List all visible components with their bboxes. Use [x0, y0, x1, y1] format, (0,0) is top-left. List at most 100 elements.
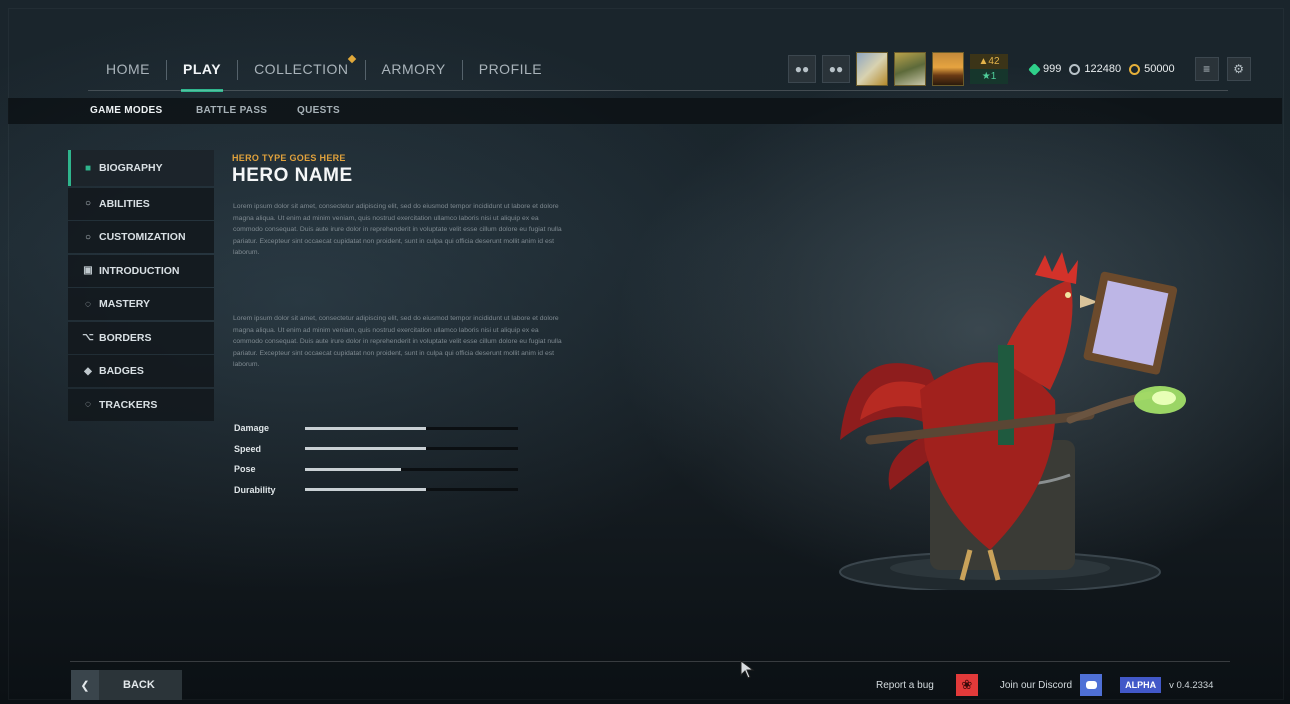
version-label: v 0.4.2334 [1169, 679, 1214, 691]
party-icon: ●● [828, 62, 844, 76]
hero-model[interactable] [830, 250, 1190, 590]
menu-button[interactable]: ≡ [1194, 57, 1219, 81]
sidebar-item-trackers[interactable]: ◌ TRACKERS [68, 388, 214, 421]
stat-row: Pose [234, 459, 518, 480]
glowing-crystal-core [1152, 391, 1176, 405]
sidebar-item-label: TRACKERS [99, 398, 158, 411]
stat-label: Damage [234, 423, 270, 434]
subnav-battle-pass[interactable]: BATTLE PASS [196, 98, 267, 124]
hero-description-2: Lorem ipsum dolor sit amet, consectetur … [233, 315, 562, 368]
subnav-game-modes[interactable]: GAME MODES [90, 98, 162, 124]
alpha-badge: ALPHA [1120, 677, 1162, 693]
tab-armory[interactable]: ARMORY [366, 52, 462, 88]
mouse-cursor-icon [740, 660, 755, 679]
discord-button[interactable] [1080, 674, 1103, 696]
silver-value: 122480 [1084, 63, 1122, 75]
cog-icon: ○ [84, 231, 92, 243]
sidebar-item-abilities[interactable]: ○ ABILITIES [68, 187, 214, 220]
sidebar-item-customization[interactable]: ○ CUSTOMIZATION [68, 221, 214, 253]
stat-label: Pose [234, 464, 256, 475]
tab-play[interactable]: PLAY [167, 52, 237, 92]
tab-profile[interactable]: PROFILE [463, 52, 558, 88]
level-icon: ▲ [978, 56, 989, 67]
play-icon: ▣ [83, 265, 93, 276]
hero-type: HERO TYPE GOES HERE [232, 153, 346, 163]
sidebar-item-biography[interactable]: ■ BIOGRAPHY [68, 150, 214, 186]
discord-link[interactable]: Join our Discord [1000, 680, 1072, 691]
cog-icon: ○ [84, 198, 92, 209]
tab-collection-label: COLLECTION [254, 61, 349, 77]
subnav-quests-label: QUESTS [297, 105, 340, 116]
game-screen: HOME PLAY COLLECTION ARMORY PROFILE ●● ●… [0, 0, 1290, 704]
tab-profile-label: PROFILE [478, 61, 543, 77]
stat-row: Speed [234, 439, 518, 460]
tab-home-label: HOME [106, 61, 150, 77]
badge-icon: ◆ [84, 365, 92, 377]
stat-bar-fill [305, 488, 427, 492]
party-button[interactable]: ●● [822, 55, 850, 83]
stat-bar [305, 467, 518, 471]
stat-row: Durability [234, 480, 518, 501]
hero-stats: Damage Speed Pose Durability [234, 418, 518, 500]
sidebar-item-mastery[interactable]: ◌ MASTERY [68, 288, 214, 320]
back-label: BACK [123, 679, 155, 691]
new-indicator-icon [347, 54, 356, 64]
subnav-game-modes-label: GAME MODES [90, 105, 163, 116]
banner-image[interactable] [932, 52, 964, 86]
gold-coin-icon [1129, 63, 1141, 75]
settings-button[interactable]: ⚙ [1226, 57, 1251, 81]
wings-icon: ⌥ [82, 332, 94, 343]
sidebar-item-label: INTRODUCTION [99, 264, 180, 277]
back-arrow-icon: ❮ [71, 670, 99, 700]
tab-collection[interactable]: COLLECTION [238, 52, 364, 88]
sidebar-item-badges[interactable]: ◆ BADGES [68, 355, 214, 387]
person-icon: ■ [84, 162, 92, 174]
comb [1035, 252, 1078, 284]
gear-icon: ⚙ [1233, 62, 1245, 76]
friends-button[interactable]: ●● [788, 55, 816, 83]
hero-sidebar: ■ BIOGRAPHY ○ ABILITIES ○ CUSTOMIZATION ▣ IN… [68, 150, 214, 422]
report-bug-button[interactable]: ❀ [955, 674, 978, 696]
sidebar-item-borders[interactable]: ⌥ BORDERS [68, 321, 214, 354]
ring-icon: ◌ [85, 399, 91, 410]
stat-label: Durability [234, 484, 276, 495]
window-controls: ≡ ⚙ [1194, 57, 1251, 81]
gem-icon [1028, 62, 1041, 76]
stat-bar-fill [305, 467, 401, 471]
tab-play-label: PLAY [183, 61, 222, 77]
stat-bar [305, 488, 518, 492]
sidebar-item-introduction[interactable]: ▣ INTRODUCTION [68, 254, 214, 287]
back-button[interactable]: ❮ BACK [71, 670, 182, 700]
sidebar-item-label: ABILITIES [99, 197, 150, 210]
stat-bar [305, 426, 518, 430]
sidebar-item-label: BADGES [99, 365, 144, 377]
eye [1065, 292, 1071, 298]
discord-icon [1085, 681, 1097, 689]
tab-home[interactable]: HOME [90, 52, 166, 88]
stat-bar [305, 447, 518, 451]
subnav-battle-pass-label: BATTLE PASS [196, 105, 268, 116]
sidebar-item-label: BIOGRAPHY [99, 162, 163, 174]
report-bug-link[interactable]: Report a bug [876, 680, 934, 691]
sidebar-item-label: BORDERS [99, 331, 152, 344]
gems-value: 999 [1043, 63, 1062, 75]
party-member-avatar[interactable] [856, 52, 888, 86]
rank-icon: ★ [981, 71, 991, 82]
stat-bar-fill [305, 426, 427, 430]
scarf [998, 345, 1014, 445]
tab-armory-label: ARMORY [381, 61, 446, 77]
stat-bar-fill [305, 447, 427, 451]
level-value: 42 [988, 56, 1000, 67]
subnav-quests[interactable]: QUESTS [297, 98, 340, 124]
ring-icon: ◌ [85, 298, 91, 310]
menu-icon: ≡ [1203, 62, 1211, 76]
hero-name: HERO NAME [232, 165, 353, 186]
gold-value: 50000 [1144, 63, 1175, 75]
top-right-bar: ●● ●● ▲42 ★1 999 122480 50000 ≡ ⚙ [788, 52, 1251, 86]
silver-coin-icon [1069, 63, 1081, 75]
level-badge[interactable]: ▲42 ★1 [970, 54, 1008, 84]
currency-bar[interactable]: 999 122480 50000 [1028, 62, 1175, 76]
stat-label: Speed [234, 443, 262, 454]
player-avatar[interactable] [894, 52, 926, 86]
sidebar-item-label: MASTERY [99, 298, 150, 310]
